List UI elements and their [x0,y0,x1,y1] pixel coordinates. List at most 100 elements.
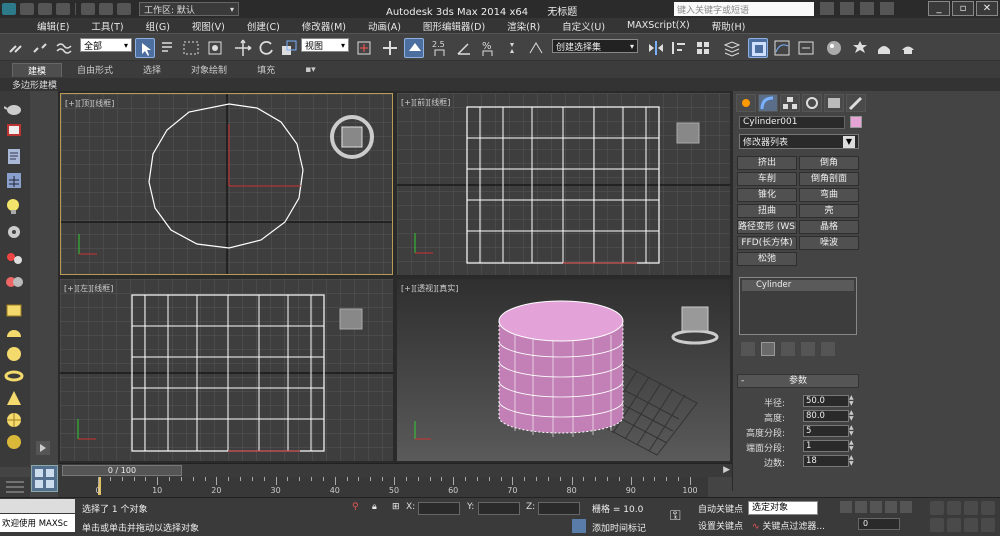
mirror-icon[interactable] [646,38,666,58]
layer-manager-icon[interactable] [722,38,742,58]
shell-button[interactable]: 壳 [799,204,859,218]
align-icon[interactable] [669,38,689,58]
viewport-left-label[interactable]: [+][左][线框] [64,283,113,294]
array-icon[interactable] [693,38,713,58]
percent-snap-icon[interactable]: % [478,38,498,58]
maxscript-listener-top[interactable] [0,499,75,513]
viewport-top-label[interactable]: [+][顶][线框] [65,98,114,109]
tab-freeform[interactable]: 自由形式 [62,63,128,76]
polygon-modeling-label[interactable]: 多边形建模 [12,78,57,91]
expand-arrow-icon[interactable] [36,441,50,455]
menu-group[interactable]: 组(G) [135,19,181,33]
new-file-icon[interactable] [20,3,34,15]
stack-item-cylinder[interactable]: Cylinder [742,280,854,291]
spinner-icon[interactable]: ▲ ▼ [849,395,857,407]
undo-icon[interactable] [81,3,95,15]
light-bulb-icon[interactable] [4,197,24,215]
previous-frame-icon[interactable] [855,501,867,513]
next-frame-arrow-icon[interactable]: ▶ [723,465,730,475]
rectangular-selection-icon[interactable] [181,38,201,58]
current-frame-field[interactable]: 0 [858,518,900,530]
menu-views[interactable]: 视图(V) [181,19,236,33]
spinner-icon[interactable]: ▲ ▼ [849,440,857,452]
reference-coordinate-dropdown[interactable]: 视图 ▾ [301,38,349,52]
bind-space-warp-icon[interactable] [54,38,74,58]
menu-maxscript[interactable]: MAXScript(X) [616,20,701,31]
relax-button[interactable]: 松弛 [737,252,797,266]
bevel-profile-button[interactable]: 倒角剖面 [799,172,859,186]
viewport-top[interactable]: [+][顶][线框] [60,93,393,275]
render-setup-icon[interactable] [850,38,870,58]
scale-icon[interactable] [279,38,299,58]
angle-snap-icon[interactable] [454,38,474,58]
open-file-icon[interactable] [38,3,52,15]
tab-selection[interactable]: 选择 [128,63,176,76]
menu-edit[interactable]: 编辑(E) [26,19,80,33]
maximize-icon[interactable]: ▫ [952,1,974,16]
hold-icon[interactable] [117,3,131,15]
menu-help[interactable]: 帮助(H) [701,19,757,33]
curve-editor-icon[interactable] [772,38,792,58]
modify-tab-icon[interactable] [758,94,778,112]
zoom-icon[interactable] [930,501,944,515]
viewport-front[interactable]: [+][前][线框] [397,93,730,275]
time-tag-icon[interactable] [572,519,586,533]
track-view-toggle-icon[interactable] [0,477,30,497]
material-sphere-icon[interactable] [4,273,24,291]
gear-icon[interactable] [4,223,24,241]
graphite-modeling-tools-icon[interactable] [748,38,768,58]
zoom-all-icon[interactable] [947,501,961,515]
search-input[interactable]: 键入关键字或短语 [674,2,814,16]
zoom-extents-icon[interactable] [964,501,978,515]
extrude-button[interactable]: 挤出 [737,156,797,170]
object-name-field[interactable]: Cylinder001 [739,116,845,129]
select-object-icon[interactable] [135,38,155,58]
modifier-list-dropdown[interactable]: 修改器列表 ▼ [739,134,859,149]
select-by-name-icon[interactable] [158,38,178,58]
menu-animation[interactable]: 动画(A) [357,19,412,33]
menu-tools[interactable]: 工具(T) [80,19,134,33]
viewport-front-label[interactable]: [+][前][线框] [401,97,450,108]
ffd-box-button[interactable]: FFD(长方体) [737,236,797,250]
menu-customize[interactable]: 自定义(U) [551,19,616,33]
pivot-center-icon[interactable] [354,38,374,58]
window-crossing-icon[interactable] [205,38,225,58]
pan-icon[interactable] [947,518,961,532]
play-icon[interactable] [870,501,882,513]
object-color-swatch[interactable] [850,116,862,128]
viewport-perspective-label[interactable]: [+][透视][真实] [401,283,458,294]
key-mode-dropdown[interactable]: 选定对象 [748,501,818,515]
motion-tab-icon[interactable] [802,94,822,112]
pin-stack-icon[interactable] [741,342,755,356]
close-icon[interactable]: ✕ [976,1,998,16]
absolute-mode-icon[interactable]: ⊞ [392,502,400,512]
selection-filter-dropdown[interactable]: 全部 ▾ [80,38,132,52]
maxscript-listener[interactable]: 欢迎使用 MAXSc [0,514,75,532]
hemisphere-icon[interactable] [4,323,24,341]
x-coordinate-field[interactable] [418,502,460,515]
menu-modifiers[interactable]: 修改器(M) [291,19,357,33]
image-plane-icon[interactable] [4,121,24,139]
cap-segments-input[interactable]: 1 [803,440,849,452]
track-bar[interactable]: 0 10 20 30 40 50 60 70 80 90 100 [58,477,708,497]
set-key-button[interactable]: 设置关键点 [698,519,743,533]
time-slider-thumb[interactable]: 0 / 100 [62,465,182,476]
key-icon[interactable]: ⚿ [670,508,681,524]
redo-icon[interactable] [99,3,113,15]
spinner-icon[interactable]: ▲ ▼ [849,455,857,467]
viewport-left[interactable]: [+][左][线框] [60,279,393,461]
material-editor-icon[interactable] [824,38,844,58]
time-slider[interactable]: 0 / 100 ▶ [58,463,732,477]
isolate-selection-icon[interactable]: ⚲ [352,502,359,512]
y-coordinate-field[interactable] [478,502,520,515]
sphere-gold-icon[interactable] [4,433,24,451]
menu-create[interactable]: 创建(C) [236,19,291,33]
auto-key-button[interactable]: 自动关键点 [698,502,743,516]
rendered-frame-window-icon[interactable] [874,38,894,58]
radius-input[interactable]: 50.0 [803,395,849,407]
star-icon[interactable] [860,2,874,15]
keyboard-shortcut-override-icon[interactable] [404,38,424,58]
geosphere-icon[interactable] [4,411,24,429]
utilities-tab-icon[interactable] [846,94,866,112]
remove-modifier-icon[interactable] [801,342,815,356]
